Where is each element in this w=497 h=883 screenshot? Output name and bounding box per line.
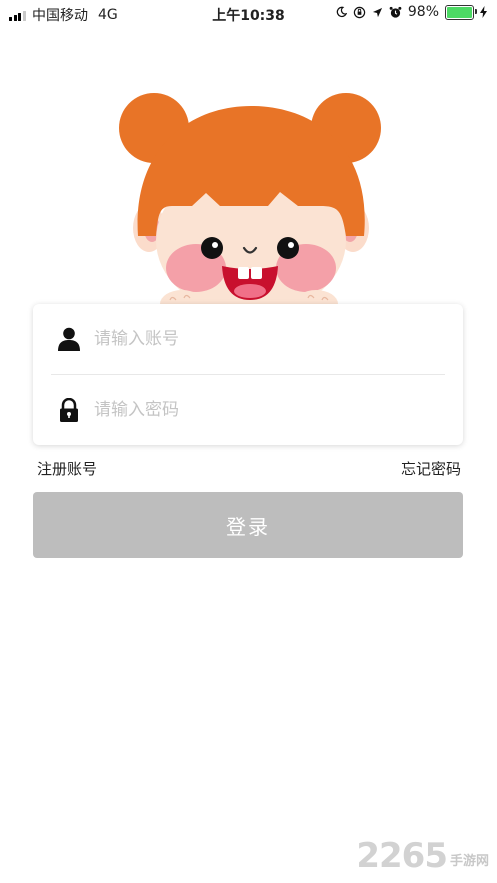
login-form-card: [33, 304, 463, 445]
forgot-password-link[interactable]: 忘记密码: [401, 458, 461, 479]
watermark-digits: 2265: [356, 836, 448, 876]
register-account-link[interactable]: 注册账号: [37, 458, 97, 479]
password-field-row: [33, 375, 463, 445]
charging-bolt-icon: [480, 6, 487, 18]
password-input[interactable]: [94, 400, 414, 420]
username-field-row: [33, 304, 463, 374]
username-input[interactable]: [94, 329, 414, 349]
site-watermark: 2265 手游网: [356, 839, 489, 873]
alarm-icon: [389, 6, 402, 18]
battery-percent: 98%: [407, 4, 439, 20]
orientation-lock-icon: [353, 6, 366, 18]
moon-icon: [336, 6, 347, 18]
user-icon: [58, 327, 80, 351]
mascot-girl-illustration: [119, 93, 381, 318]
watermark-text: 手游网: [449, 854, 489, 869]
status-bar: 中国移动 4G 上午10:38 98%: [0, 0, 497, 26]
location-arrow-icon: [372, 7, 382, 17]
login-button[interactable]: 登录: [33, 492, 463, 558]
battery-icon: [445, 4, 477, 20]
lock-icon: [60, 398, 78, 422]
status-right: 98%: [336, 4, 487, 20]
